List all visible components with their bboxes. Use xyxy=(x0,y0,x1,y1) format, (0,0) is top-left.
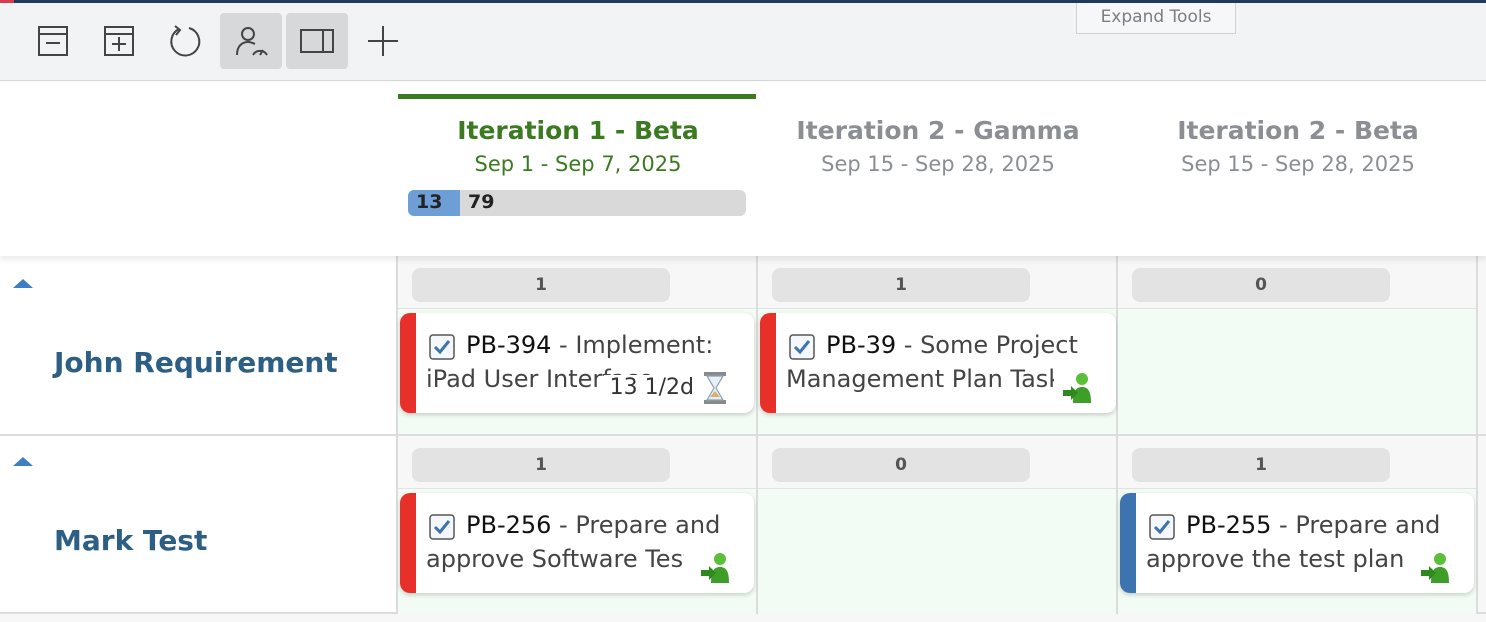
collapse-row-icon[interactable] xyxy=(13,457,33,466)
swimlane-name[interactable]: Mark Test xyxy=(54,524,207,557)
card-title-line: PB-255 - Prepare and xyxy=(1186,511,1466,539)
expand-tools-button[interactable]: Expand Tools xyxy=(1076,3,1236,34)
iteration-progress-bar: 13 79 xyxy=(408,190,746,216)
drop-area[interactable] xyxy=(1118,308,1476,434)
work-item-card[interactable]: PB-394 - Implement: iPad User Interface … xyxy=(400,313,754,413)
item-count-badge: 1 xyxy=(412,268,670,302)
assign-user-icon xyxy=(701,553,729,583)
swimlane-cell: 0 xyxy=(1118,256,1478,434)
assign-user-icon xyxy=(1421,553,1449,583)
card-priority-stripe xyxy=(1120,493,1136,593)
card-title-cont: Management Plan Task xyxy=(786,365,1054,393)
assign-user-icon xyxy=(1063,373,1091,403)
swimlane-cell: 1 PB-39 - Some Project Management Plan T… xyxy=(758,256,1118,434)
split-view-button[interactable] xyxy=(286,13,348,69)
iteration-name: Iteration 2 - Gamma xyxy=(796,116,1080,145)
swimlane-cell: 1 PB-256 - Prepare and approve Software … xyxy=(398,436,758,614)
swimlane-cell: 1 PB-394 - Implement: iPad User Interfac… xyxy=(398,256,758,434)
card-id: PB-255 xyxy=(1186,511,1272,539)
card-title: Prepare and xyxy=(1295,511,1441,539)
task-checkbox-icon xyxy=(1149,514,1175,540)
drop-area[interactable]: PB-394 - Implement: iPad User Interface … xyxy=(398,308,756,434)
planning-grid: John Requirement 1 PB-394 - Implement: i… xyxy=(0,256,1486,622)
progress-total-label: 79 xyxy=(468,191,495,213)
refresh-button[interactable] xyxy=(154,13,216,69)
toolbar: Expand Tools xyxy=(0,3,1486,81)
card-priority-stripe xyxy=(400,493,416,593)
item-count-badge: 0 xyxy=(1132,268,1390,302)
user-load-icon xyxy=(236,27,268,56)
swimlane-name[interactable]: John Requirement xyxy=(54,346,338,379)
task-checkbox-icon xyxy=(429,334,455,360)
item-count-badge: 0 xyxy=(772,448,1030,482)
add-button[interactable] xyxy=(352,13,414,69)
hourglass-icon xyxy=(704,372,726,404)
drop-area[interactable]: PB-39 - Some Project Management Plan Tas… xyxy=(758,308,1116,434)
iteration-name: Iteration 1 - Beta xyxy=(457,116,699,145)
iteration-dates: Sep 1 - Sep 7, 2025 xyxy=(474,152,682,176)
task-checkbox-icon xyxy=(429,514,455,540)
card-title: Some Project xyxy=(920,331,1078,359)
item-count-badge: 1 xyxy=(1132,448,1390,482)
card-sep: - xyxy=(551,511,576,539)
card-title-line: PB-39 - Some Project xyxy=(826,331,1106,359)
card-priority-stripe xyxy=(400,313,416,413)
task-checkbox-icon xyxy=(789,334,815,360)
swimlane-label: John Requirement xyxy=(0,256,398,434)
card-title-line: PB-256 - Prepare and xyxy=(466,511,746,539)
refresh-icon xyxy=(170,25,201,57)
drop-area[interactable]: PB-255 - Prepare and approve the test pl… xyxy=(1118,488,1476,614)
plus-icon xyxy=(368,26,398,56)
card-sep: - xyxy=(551,331,576,359)
user-load-button[interactable] xyxy=(220,13,282,69)
iteration-column-1[interactable]: Iteration 1 - Beta Sep 1 - Sep 7, 2025 1… xyxy=(398,82,758,256)
work-item-card[interactable]: PB-255 - Prepare and approve the test pl… xyxy=(1120,493,1474,593)
iteration-column-2[interactable]: Iteration 2 - Gamma Sep 15 - Sep 28, 202… xyxy=(758,82,1118,256)
collapse-all-button[interactable] xyxy=(22,13,84,69)
iteration-name: Iteration 2 - Beta xyxy=(1177,116,1419,145)
collapse-row-icon[interactable] xyxy=(13,279,33,288)
work-item-card[interactable]: PB-256 - Prepare and approve Software Te… xyxy=(400,493,754,593)
swimlane-label: Mark Test xyxy=(0,436,398,612)
split-view-icon xyxy=(300,29,334,53)
card-title-cont: approve the test plan xyxy=(1146,545,1404,573)
card-sep: - xyxy=(896,331,921,359)
card-title: Prepare and xyxy=(575,511,721,539)
iteration-column-3[interactable]: Iteration 2 - Beta Sep 15 - Sep 28, 2025 xyxy=(1118,82,1478,256)
work-item-card[interactable]: PB-39 - Some Project Management Plan Tas… xyxy=(760,313,1116,413)
iteration-header: Iteration 1 - Beta Sep 1 - Sep 7, 2025 1… xyxy=(0,82,1486,256)
item-count-badge: 1 xyxy=(412,448,670,482)
expand-all-button[interactable] xyxy=(88,13,150,69)
iteration-dates: Sep 15 - Sep 28, 2025 xyxy=(821,152,1055,176)
card-title-line: PB-394 - Implement: xyxy=(466,331,746,359)
card-title-cont: approve Software Test xyxy=(426,545,684,573)
card-id: PB-39 xyxy=(826,331,897,359)
card-title: Implement: xyxy=(575,331,714,359)
swimlane-cell: 1 PB-255 - Prepare and approve the test … xyxy=(1118,436,1478,614)
card-priority-stripe xyxy=(760,313,776,413)
drop-area[interactable]: PB-256 - Prepare and approve Software Te… xyxy=(398,488,756,614)
expand-all-icon xyxy=(104,26,134,56)
current-iteration-indicator xyxy=(398,94,756,99)
swimlane-cell: 0 xyxy=(758,436,1118,614)
item-count-badge: 1 xyxy=(772,268,1030,302)
card-sep: - xyxy=(1271,511,1296,539)
iteration-dates: Sep 15 - Sep 28, 2025 xyxy=(1181,152,1415,176)
card-id: PB-256 xyxy=(466,511,552,539)
card-id: PB-394 xyxy=(466,331,552,359)
drop-area[interactable] xyxy=(758,488,1116,614)
collapse-all-icon xyxy=(38,26,68,56)
swimlane-row: John Requirement 1 PB-394 - Implement: i… xyxy=(0,256,1486,436)
card-estimate: 13 1/2d xyxy=(603,375,694,400)
swimlane-row: Mark Test 1 PB-256 - Prepare and approve… xyxy=(0,436,1486,614)
progress-done-label: 13 xyxy=(416,191,443,213)
